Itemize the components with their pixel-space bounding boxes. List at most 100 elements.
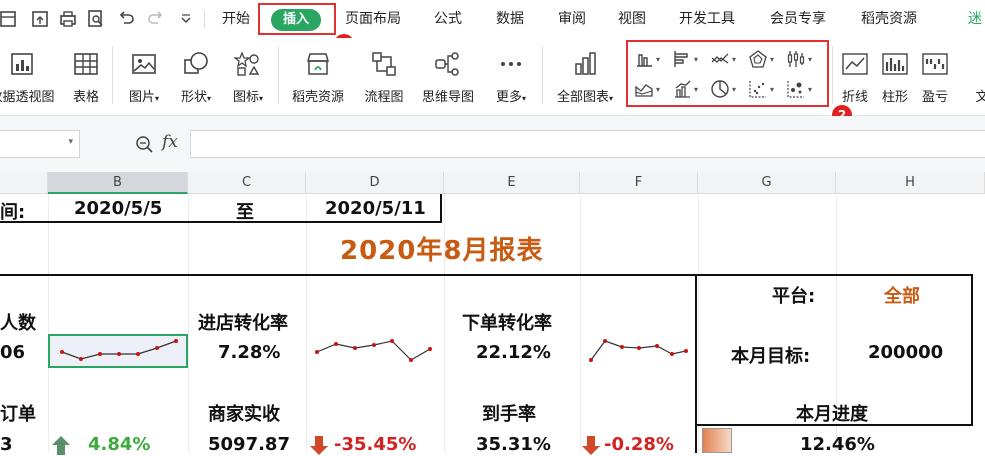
- combo-chart-icon: [675, 80, 691, 98]
- sparkline-line-icon: [842, 53, 868, 75]
- zoom-formula-icon[interactable]: [134, 134, 154, 154]
- pie-chart-icon: [711, 80, 729, 98]
- tab-docer[interactable]: 稻壳资源: [861, 0, 917, 38]
- pivot-chart-button[interactable]: 数据透视图: [0, 48, 58, 105]
- end-date[interactable]: 2020/5/11: [325, 198, 426, 219]
- tab-member[interactable]: 会员专享: [770, 0, 826, 38]
- insert-tab-highlight: [258, 3, 336, 35]
- kpi4-value: 3: [0, 434, 13, 455]
- tab-home[interactable]: 开始: [222, 0, 250, 38]
- column-header-a[interactable]: [0, 172, 48, 194]
- progress-value: 12.46%: [800, 434, 875, 455]
- redo-icon[interactable]: [146, 9, 166, 29]
- table-icon: [74, 53, 98, 75]
- selected-sparkline-cell[interactable]: [48, 334, 188, 368]
- icons-button[interactable]: 图标▾: [224, 48, 272, 105]
- column-header-h[interactable]: H: [836, 172, 985, 194]
- all-charts-icon: [575, 52, 596, 75]
- tab-formulas[interactable]: 公式: [434, 0, 462, 38]
- sparkline-winloss-button[interactable]: 盈亏: [918, 48, 952, 105]
- report-title: 2020年8月报表: [340, 236, 544, 266]
- picture-icon: [132, 54, 156, 74]
- tab-review[interactable]: 审阅: [558, 0, 586, 38]
- sheet-grid[interactable]: 间: 2020/5/5 至 2020/5/11 2020年8月报表 人数 06 …: [0, 194, 985, 455]
- print-preview-icon[interactable]: [86, 9, 106, 29]
- start-date[interactable]: 2020/5/5: [74, 198, 162, 219]
- kpi3-value: 22.12%: [476, 342, 551, 363]
- kpi4-change: 4.84%: [88, 434, 151, 455]
- name-box[interactable]: ▾: [0, 130, 80, 158]
- scatter-chart-button[interactable]: ▾: [748, 78, 782, 100]
- kpi2-value: 7.28%: [218, 342, 281, 363]
- bar-chart-button[interactable]: ▾: [672, 48, 706, 70]
- area-chart-button[interactable]: ▾: [634, 78, 668, 100]
- undo-icon[interactable]: [116, 9, 136, 29]
- column-header-b[interactable]: B: [48, 172, 188, 194]
- column-chart-button[interactable]: ▾: [634, 48, 668, 70]
- mindmap-button[interactable]: 思维导图: [416, 48, 480, 105]
- target-value: 200000: [868, 342, 944, 363]
- column-header-g[interactable]: G: [698, 172, 836, 194]
- fx-icon[interactable]: fx: [162, 132, 178, 152]
- sparkline-column-icon: [882, 53, 908, 75]
- chevron-down-icon[interactable]: ▾: [68, 137, 73, 147]
- customize-chevron-icon[interactable]: [176, 9, 196, 29]
- bar-chart-icon: [674, 51, 688, 67]
- formula-input[interactable]: [190, 130, 985, 158]
- line-chart-button[interactable]: ▾: [710, 48, 744, 70]
- to-label: 至: [236, 202, 254, 223]
- sparkline-2: [315, 339, 432, 362]
- column-header-f[interactable]: F: [580, 172, 698, 194]
- kpi6-change: -0.28%: [604, 434, 674, 455]
- store-icon: [307, 53, 329, 75]
- stock-chart-icon: [787, 51, 805, 67]
- column-header-c[interactable]: C: [188, 172, 306, 194]
- save-as-icon[interactable]: [30, 9, 50, 29]
- file-icon[interactable]: [0, 9, 18, 29]
- platform-label: 平台:: [772, 286, 816, 307]
- tab-developer[interactable]: 开发工具: [679, 0, 735, 38]
- sparkline-winloss-icon: [922, 53, 948, 75]
- stock-chart-button[interactable]: ▾: [786, 48, 820, 70]
- flowchart-button[interactable]: 流程图: [358, 48, 410, 105]
- tab-page-layout[interactable]: 页面布局: [345, 0, 401, 38]
- sparkline-line-button[interactable]: 折线: [838, 48, 872, 105]
- menu-bar: 开始 插入 1 页面布局 公式 数据 审阅 视图 开发工具 会员专享 稻壳资源 …: [0, 0, 985, 54]
- kpi1-label: 人数: [0, 313, 36, 334]
- bubble-chart-button[interactable]: ▾: [786, 78, 820, 100]
- tab-data[interactable]: 数据: [496, 0, 524, 38]
- tab-more[interactable]: 迷: [968, 0, 982, 38]
- progress-label: 本月进度: [796, 404, 868, 425]
- text-button[interactable]: 文: [972, 48, 985, 105]
- formula-bar: ▾ fx: [0, 116, 985, 172]
- kpi5-value: 5097.87: [208, 434, 290, 455]
- column-header-e[interactable]: E: [444, 172, 580, 194]
- combo-chart-button[interactable]: ▾: [672, 78, 706, 100]
- platform-value[interactable]: 全部: [884, 282, 920, 308]
- area-chart-icon: [635, 84, 653, 97]
- picture-button[interactable]: 图片▾: [120, 48, 168, 105]
- icons-icon: [234, 51, 260, 76]
- radar-chart-button[interactable]: ▾: [748, 48, 782, 70]
- all-charts-button[interactable]: 全部图表▾: [550, 48, 620, 105]
- more-dots-icon: [501, 62, 521, 66]
- period-label: 间:: [0, 202, 26, 223]
- radar-chart-icon: [749, 50, 767, 68]
- pie-chart-button[interactable]: ▾: [710, 78, 744, 100]
- target-label: 本月目标:: [731, 346, 811, 367]
- kpi1-value: 06: [0, 342, 26, 363]
- print-icon[interactable]: [58, 9, 78, 29]
- insert-ribbon: 数据透视图 表格 图片▾ 形状▾ 图标▾ 稻壳资源 流程图 思维导图 更多▾ 全…: [0, 38, 985, 125]
- column-header-d[interactable]: D: [306, 172, 444, 194]
- bubble-chart-icon: [787, 81, 804, 98]
- more-button[interactable]: 更多▾: [488, 48, 534, 105]
- kpi5-change: -35.45%: [334, 434, 417, 455]
- scatter-chart-icon: [749, 81, 766, 98]
- table-button[interactable]: 表格: [68, 48, 104, 105]
- kpi6-label: 到手率: [482, 404, 536, 425]
- shapes-button[interactable]: 形状▾: [172, 48, 220, 105]
- sparkline-column-button[interactable]: 柱形: [878, 48, 912, 105]
- tab-view[interactable]: 视图: [618, 0, 646, 38]
- docer-resources-button[interactable]: 稻壳资源: [286, 48, 350, 105]
- kpi5-label: 商家实收: [208, 404, 280, 425]
